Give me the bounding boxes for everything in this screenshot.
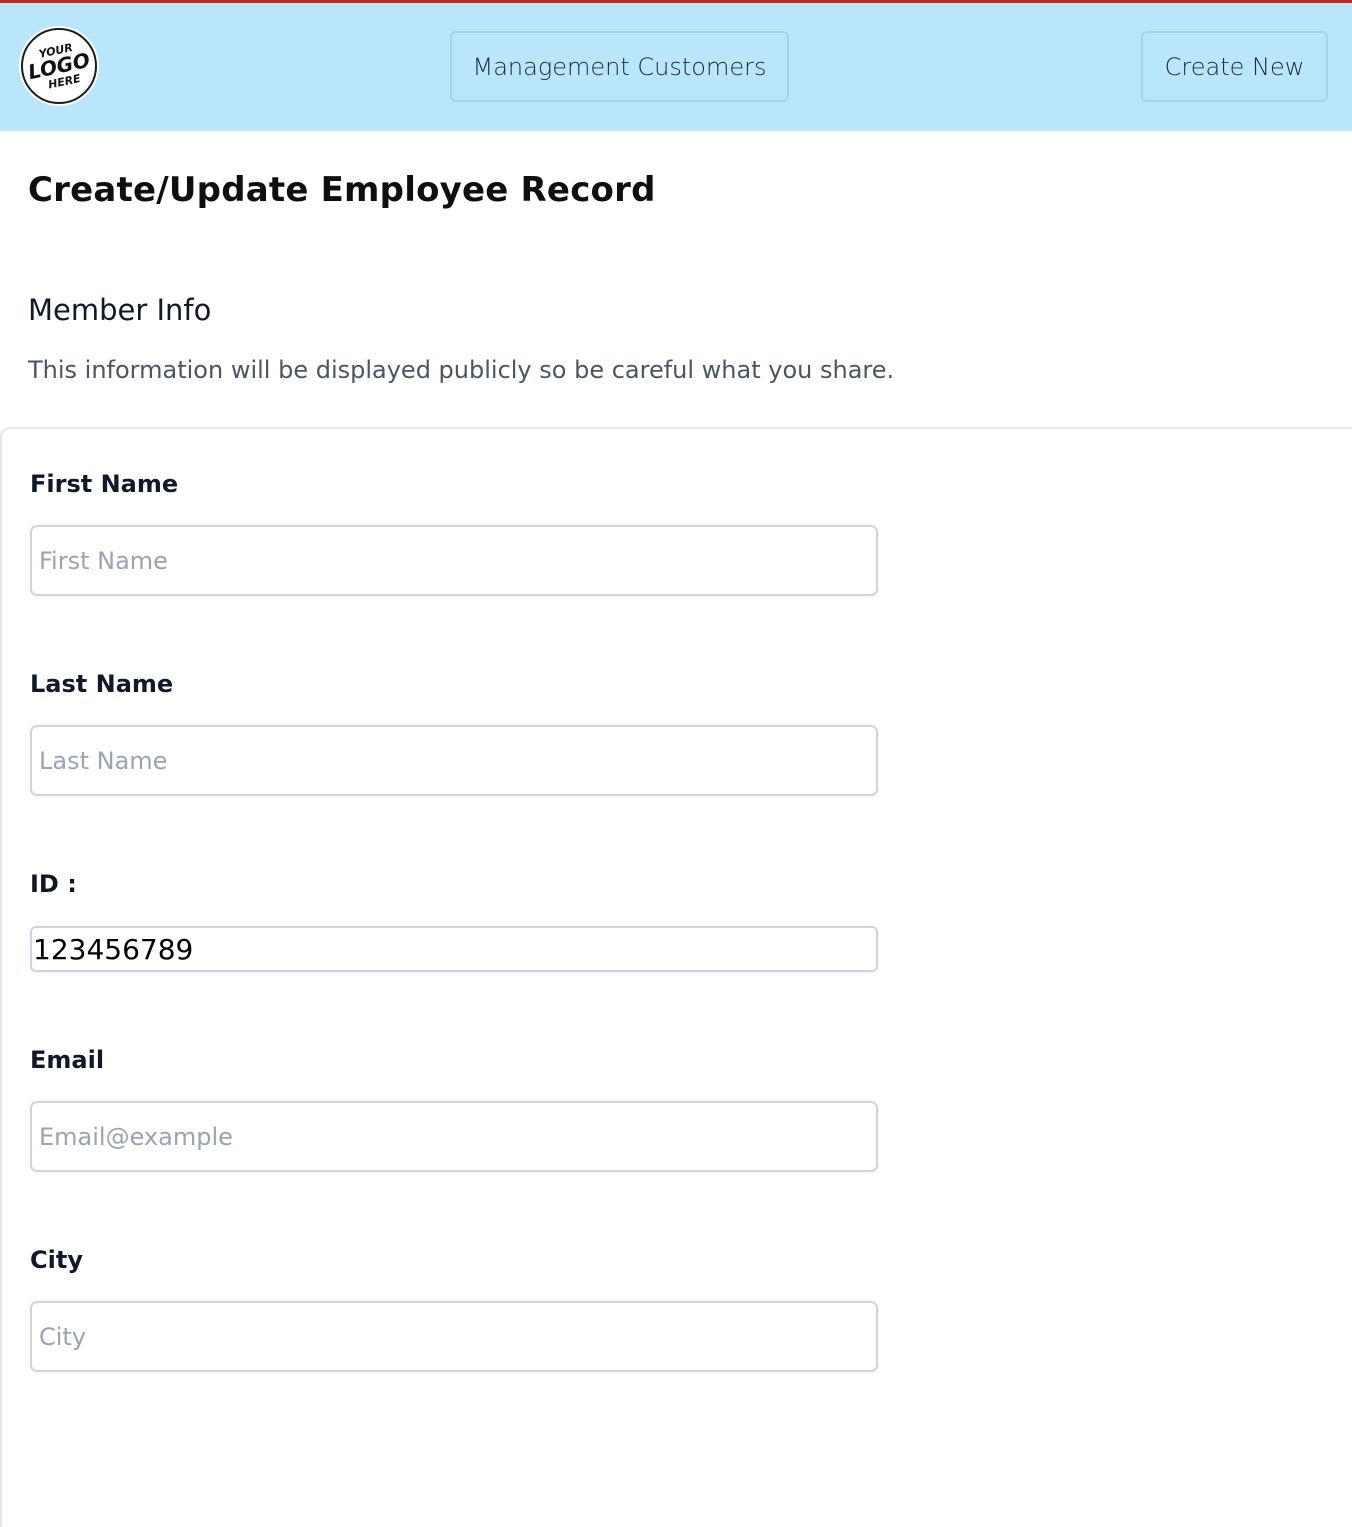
- section-description: This information will be displayed publi…: [28, 356, 895, 384]
- first-name-field[interactable]: [30, 525, 878, 596]
- id-field[interactable]: [30, 926, 878, 972]
- create-new-button[interactable]: Create New: [1141, 31, 1328, 102]
- city-field[interactable]: [30, 1301, 878, 1372]
- last-name-field[interactable]: [30, 725, 878, 796]
- page-title: Create/Update Employee Record: [28, 170, 656, 210]
- logo-icon: YOUR LOGO HERE: [26, 41, 92, 92]
- header-bar: YOUR LOGO HERE Management Customers Crea…: [0, 3, 1352, 131]
- city-label: City: [30, 1246, 83, 1274]
- first-name-label: First Name: [30, 470, 179, 498]
- management-customers-button[interactable]: Management Customers: [450, 31, 789, 102]
- id-label: ID :: [30, 870, 77, 898]
- email-label: Email: [30, 1046, 105, 1074]
- last-name-label: Last Name: [30, 670, 174, 698]
- section-title: Member Info: [28, 293, 212, 327]
- logo[interactable]: YOUR LOGO HERE: [21, 28, 97, 104]
- email-field[interactable]: [30, 1101, 878, 1172]
